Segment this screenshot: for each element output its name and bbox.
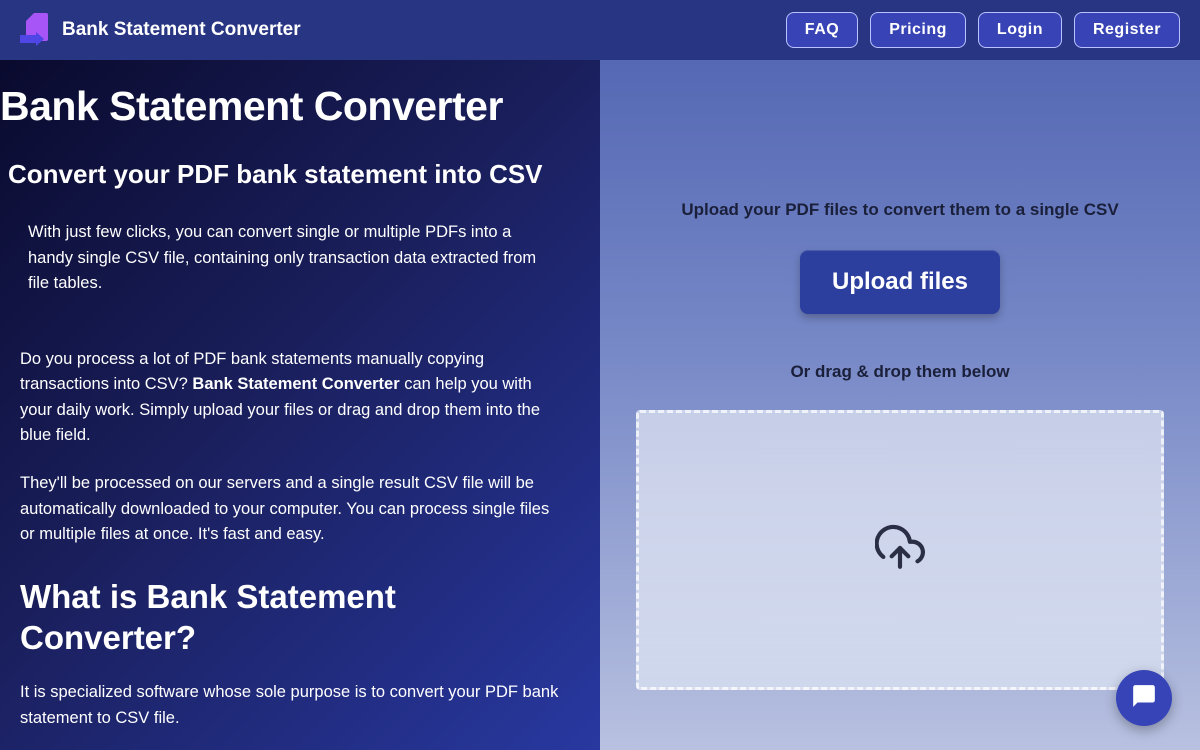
upload-files-button[interactable]: Upload files [800,250,1000,314]
intro-text: With just few clicks, you can convert si… [28,220,560,297]
logo-icon [20,13,48,47]
pricing-button[interactable]: Pricing [870,12,966,48]
section-heading: What is Bank Statement Converter? [20,576,560,659]
drag-caption: Or drag & drop them below [636,362,1164,382]
paragraph-2: They'll be processed on our servers and … [20,471,560,548]
right-panel: Upload your PDF files to convert them to… [600,60,1200,750]
logo-group[interactable]: Bank Statement Converter [20,13,301,47]
nav: FAQ Pricing Login Register [786,12,1180,48]
chat-button[interactable] [1116,670,1172,726]
paragraph-1: Do you process a lot of PDF bank stateme… [20,347,560,449]
header: Bank Statement Converter FAQ Pricing Log… [0,0,1200,60]
upload-caption: Upload your PDF files to convert them to… [636,200,1164,220]
left-panel: Bank Statement Converter Convert your PD… [0,60,600,750]
content: Bank Statement Converter Convert your PD… [0,60,1200,750]
paragraph-1-bold: Bank Statement Converter [192,375,399,393]
page-subtitle: Convert your PDF bank statement into CSV [8,159,580,190]
dropzone[interactable] [636,410,1164,690]
paragraph-3: It is specialized software whose sole pu… [20,680,560,731]
chat-icon [1131,683,1157,714]
login-button[interactable]: Login [978,12,1062,48]
register-button[interactable]: Register [1074,12,1180,48]
page-title: Bank Statement Converter [0,84,580,129]
site-title: Bank Statement Converter [62,19,301,41]
cloud-upload-icon [875,523,925,578]
faq-button[interactable]: FAQ [786,12,858,48]
